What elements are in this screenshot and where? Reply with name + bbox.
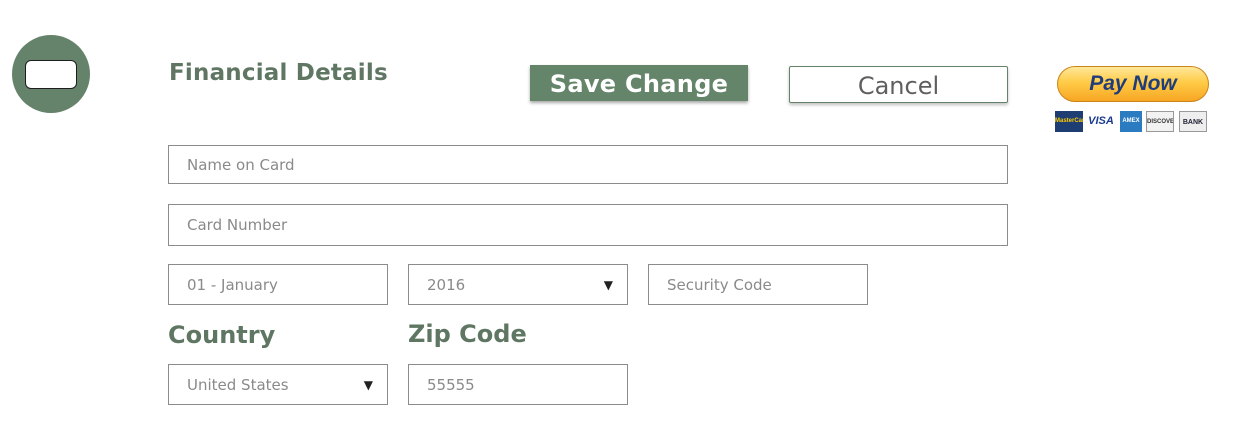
expiry-month-select[interactable]: 01 - January bbox=[168, 264, 388, 305]
name-on-card-field[interactable] bbox=[168, 145, 1008, 184]
country-select[interactable]: United States ▼ bbox=[168, 364, 388, 405]
page-title: Financial Details bbox=[169, 60, 388, 86]
card-number-input[interactable] bbox=[187, 216, 1007, 234]
expiry-month-value: 01 - January bbox=[187, 275, 278, 294]
name-on-card-input[interactable] bbox=[187, 155, 1007, 174]
zip-code-label: Zip Code bbox=[408, 320, 527, 348]
country-value: United States bbox=[187, 375, 289, 394]
security-code-field[interactable] bbox=[648, 264, 868, 305]
dropdown-arrow-icon: ▼ bbox=[603, 278, 613, 292]
card-number-field[interactable] bbox=[168, 204, 1008, 246]
zip-code-value: 55555 bbox=[427, 375, 475, 394]
country-label: Country bbox=[168, 321, 276, 349]
zip-code-field[interactable]: 55555 bbox=[408, 364, 628, 405]
credit-card-icon bbox=[25, 60, 77, 89]
amex-logo: AMEX bbox=[1120, 111, 1142, 132]
visa-logo: VISA bbox=[1086, 111, 1116, 132]
pay-now-button[interactable]: Pay Now bbox=[1057, 66, 1209, 102]
discover-logo: DISCOVER bbox=[1146, 111, 1174, 132]
expiry-year-value: 2016 bbox=[427, 275, 466, 294]
security-code-input[interactable] bbox=[667, 275, 867, 294]
save-button[interactable]: Save Change bbox=[530, 65, 748, 101]
expiry-year-select[interactable]: 2016 ▼ bbox=[408, 264, 628, 305]
dropdown-arrow-icon: ▼ bbox=[363, 378, 373, 392]
avatar[interactable] bbox=[12, 35, 90, 113]
cancel-button[interactable]: Cancel bbox=[789, 66, 1008, 103]
bank-logo: BANK bbox=[1179, 111, 1207, 132]
mastercard-logo: MasterCard bbox=[1055, 111, 1083, 132]
